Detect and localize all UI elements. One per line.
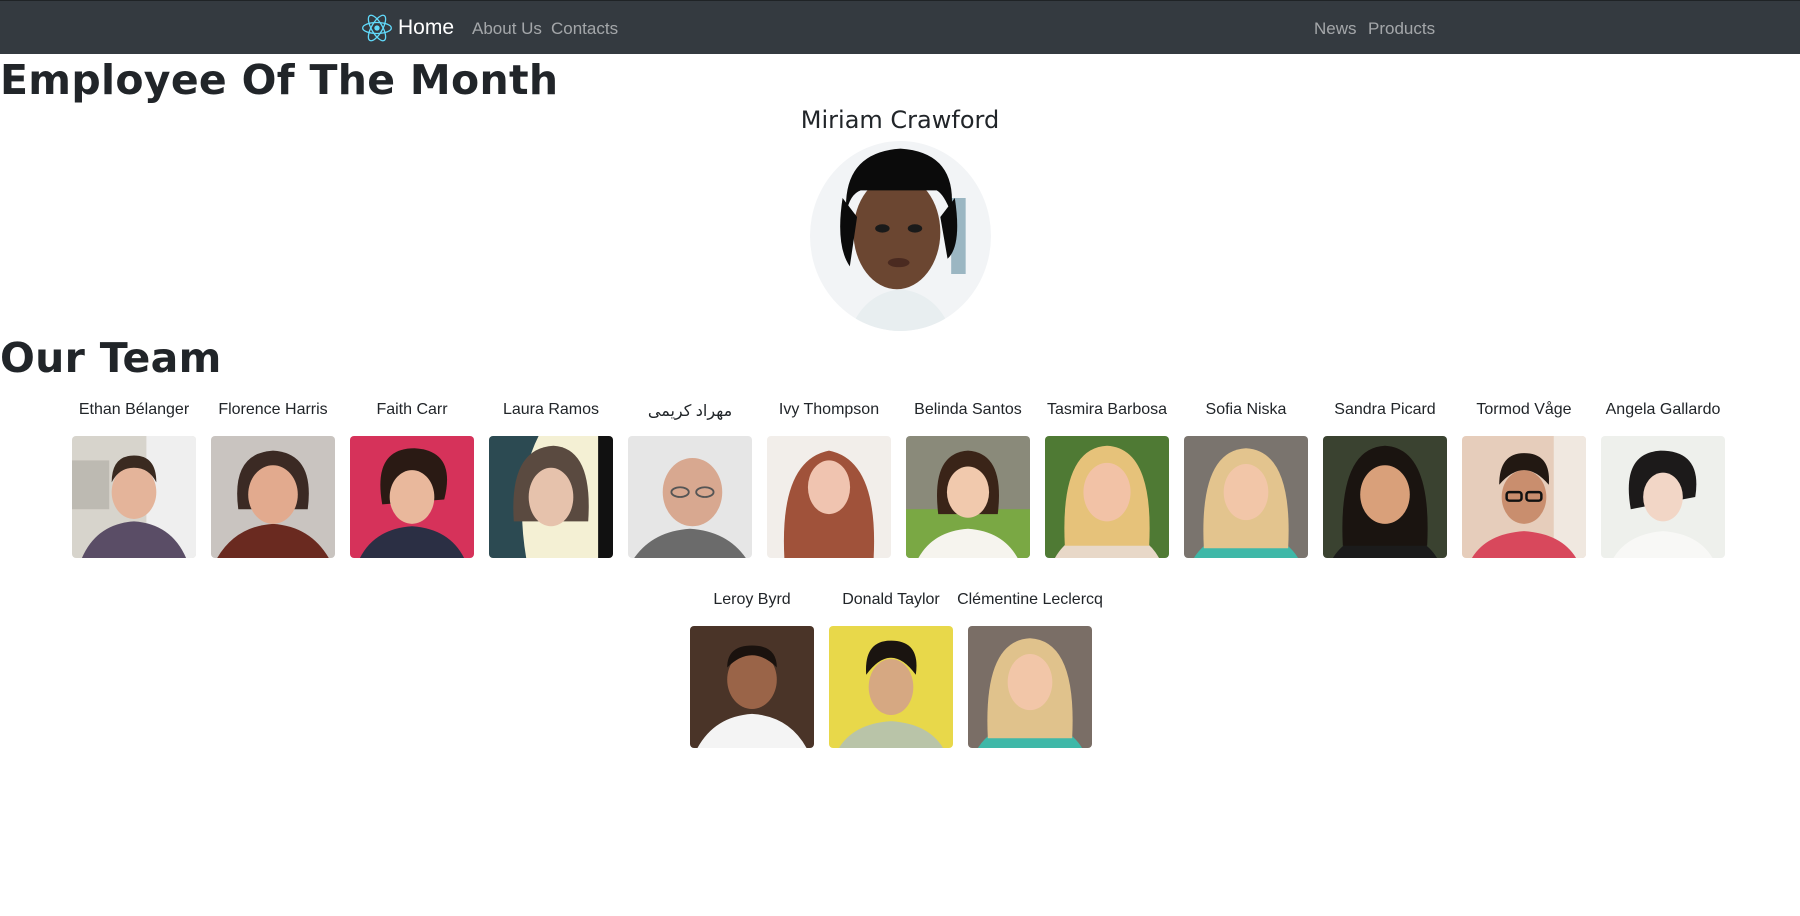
nav-link-products[interactable]: Products xyxy=(1368,19,1435,39)
employee-of-month-avatar xyxy=(810,141,991,331)
team-member-photo[interactable] xyxy=(906,436,1030,558)
employee-of-month-heading: Employee Of The Month xyxy=(0,56,559,104)
team-member-name: Clémentine Leclercq xyxy=(957,591,1103,608)
employee-of-month-name: Miriam Crawford xyxy=(800,106,1000,134)
nav-link-about-us[interactable]: About Us xyxy=(472,19,542,39)
team-member-photo[interactable] xyxy=(690,626,814,748)
team-member-photo[interactable] xyxy=(767,436,891,558)
team-member-photo[interactable] xyxy=(1462,436,1586,558)
team-member-photo[interactable] xyxy=(1184,436,1308,558)
nav-link-news[interactable]: News xyxy=(1314,19,1357,39)
team-member-photo[interactable] xyxy=(628,436,752,558)
team-member-photo[interactable] xyxy=(1323,436,1447,558)
team-member-photo[interactable] xyxy=(829,626,953,748)
team-member-photo[interactable] xyxy=(1601,436,1725,558)
team-member-photo[interactable] xyxy=(968,626,1092,748)
team-member-photo[interactable] xyxy=(211,436,335,558)
our-team-heading: Our Team xyxy=(0,334,222,382)
react-logo-icon xyxy=(362,13,392,43)
brand-home-link[interactable]: Home xyxy=(362,14,454,42)
team-member-photo[interactable] xyxy=(350,436,474,558)
team-member-name: Angela Gallardo xyxy=(1605,401,1721,418)
nav-link-contacts[interactable]: Contacts xyxy=(551,19,618,39)
brand-label: Home xyxy=(398,16,455,39)
team-member-photo[interactable] xyxy=(1045,436,1169,558)
team-member-photo[interactable] xyxy=(72,436,196,558)
top-navbar: Home About Us Contacts News Products xyxy=(0,0,1800,54)
team-member-photo[interactable] xyxy=(489,436,613,558)
